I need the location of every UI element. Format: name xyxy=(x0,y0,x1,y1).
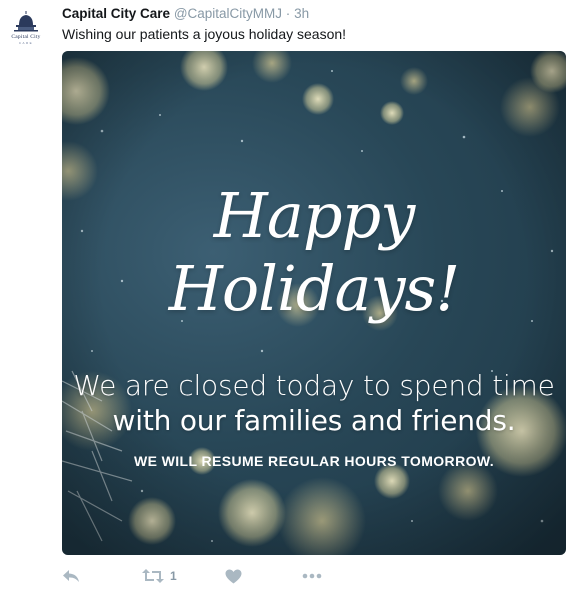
like-button[interactable] xyxy=(225,564,242,588)
heart-icon xyxy=(225,569,242,583)
tweet: Capital City CARE Capital City Care @Cap… xyxy=(0,0,583,591)
retweet-button[interactable]: 1 xyxy=(142,564,177,588)
more-button[interactable] xyxy=(302,564,322,588)
reply-button[interactable] xyxy=(62,564,80,588)
user-handle[interactable]: @CapitalCityMMJ xyxy=(174,6,282,21)
logo-subtext: CARE xyxy=(18,41,34,45)
tweet-media-image[interactable]: Happy Holidays! We are closed today to s… xyxy=(62,51,566,555)
logo-text: Capital City xyxy=(11,34,41,40)
tweet-actions: 1 xyxy=(62,564,362,588)
capitol-dome-icon xyxy=(14,11,38,32)
media-line-2: with our families and friends. xyxy=(112,404,516,437)
more-icon xyxy=(302,573,322,579)
tweet-header: Capital City Care @CapitalCityMMJ · 3h xyxy=(62,6,309,21)
retweet-count: 1 xyxy=(170,569,177,583)
retweet-icon xyxy=(142,569,164,583)
media-headline: Happy Holidays! xyxy=(168,179,460,325)
reply-icon xyxy=(63,570,79,582)
display-name[interactable]: Capital City Care xyxy=(62,6,170,21)
timestamp[interactable]: 3h xyxy=(294,6,309,21)
avatar[interactable]: Capital City CARE xyxy=(6,8,46,48)
separator: · xyxy=(285,6,291,21)
tweet-text: Wishing our patients a joyous holiday se… xyxy=(62,26,347,42)
media-line-3: WE WILL RESUME REGULAR HOURS TOMORROW. xyxy=(133,453,494,469)
media-line-1: We are closed today to spend time xyxy=(73,369,555,402)
